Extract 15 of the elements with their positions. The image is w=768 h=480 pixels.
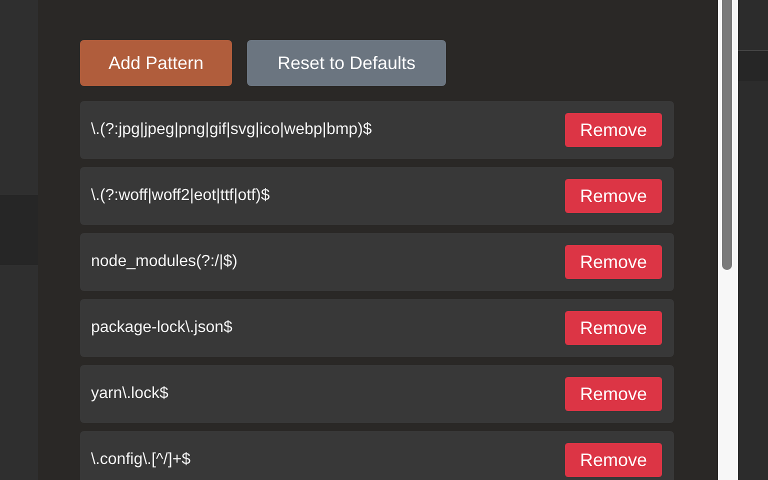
remove-button[interactable]: Remove bbox=[565, 113, 662, 147]
scrollbar-thumb[interactable] bbox=[722, 0, 732, 270]
remove-button[interactable]: Remove bbox=[565, 311, 662, 345]
reset-button[interactable]: Reset to Defaults bbox=[247, 40, 446, 86]
pattern-text: yarn\.lock$ bbox=[91, 385, 168, 403]
remove-button[interactable]: Remove bbox=[565, 245, 662, 279]
pattern-text: \.config\.[^/]+$ bbox=[91, 451, 191, 469]
pattern-text: \.(?:jpg|jpeg|png|gif|svg|ico|webp|bmp)$ bbox=[91, 121, 372, 139]
remove-button[interactable]: Remove bbox=[565, 179, 662, 213]
add-pattern-button[interactable]: Add Pattern bbox=[80, 40, 232, 86]
pattern-text: node_modules(?:/|$) bbox=[91, 253, 238, 271]
remove-button[interactable]: Remove bbox=[565, 443, 662, 477]
pattern-text: \.(?:woff|woff2|eot|ttf|otf)$ bbox=[91, 187, 270, 205]
remove-button[interactable]: Remove bbox=[565, 377, 662, 411]
pattern-text: package-lock\.json$ bbox=[91, 319, 232, 337]
